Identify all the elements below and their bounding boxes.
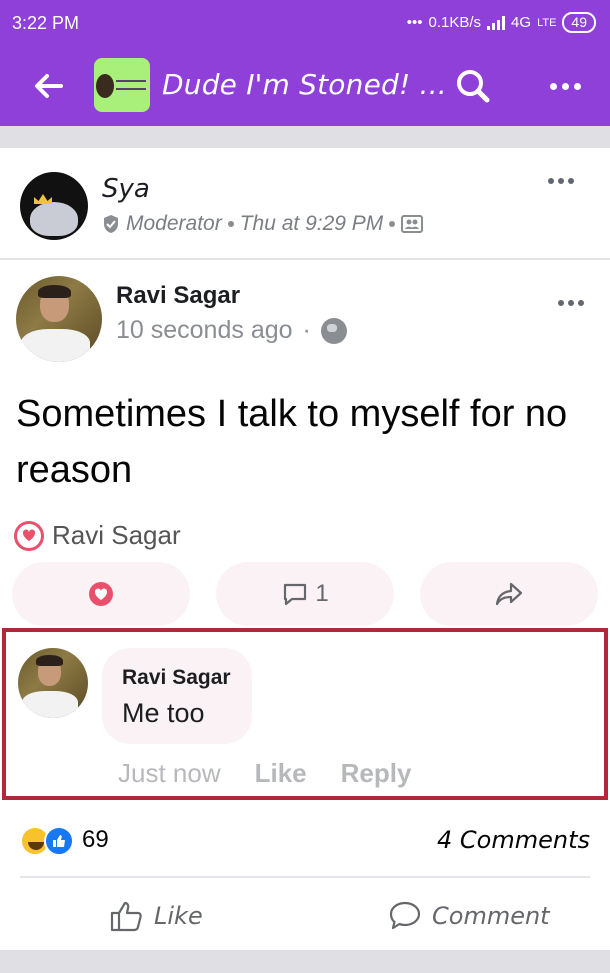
shared-post-meta: 10 seconds ago ·	[116, 316, 347, 345]
signal-icon	[487, 15, 506, 30]
search-button[interactable]	[453, 66, 493, 106]
comment-icon	[389, 901, 421, 930]
comment-bubble[interactable]: Ravi Sagar Me too	[102, 648, 252, 744]
battery-indicator: 49	[562, 12, 596, 33]
post-timestamp[interactable]: Thu at 9:29 PM	[240, 212, 384, 236]
highlighted-comment: Ravi Sagar Me too Just now Like Reply	[2, 628, 608, 800]
comment-reply-button[interactable]: Reply	[341, 758, 412, 789]
comment-count-button[interactable]: 1	[216, 562, 394, 626]
comment-like-button[interactable]: Like	[255, 758, 307, 789]
love-reaction-icon	[14, 520, 44, 551]
status-time: 3:22 PM	[12, 13, 80, 33]
comment-button[interactable]: Comment	[388, 888, 550, 944]
reactor-name: Ravi Sagar	[52, 520, 181, 550]
post-header: Sya Moderator Thu at 9:29 PM	[0, 148, 610, 260]
status-indicators: ••• 0.1KB/s 4G LTE 49	[407, 12, 596, 33]
network-type: 4G	[511, 14, 532, 31]
shared-post-time[interactable]: 10 seconds ago	[116, 316, 293, 345]
group-logo[interactable]	[94, 58, 150, 112]
like-button[interactable]: Like	[110, 888, 203, 944]
love-reaction-button[interactable]	[12, 562, 190, 626]
comment-icon	[284, 583, 307, 606]
group-toolbar: Dude I'm Stoned! ...	[0, 46, 610, 126]
post-text: Sometimes I talk to myself for no reason	[16, 393, 568, 491]
divider	[20, 876, 590, 878]
avatar[interactable]	[20, 172, 88, 240]
share-icon	[495, 582, 523, 606]
comment-text: Me too	[122, 698, 205, 728]
more-dots-icon	[558, 300, 564, 306]
section-divider	[0, 950, 610, 973]
search-icon	[457, 70, 490, 103]
heart-icon	[89, 582, 113, 606]
volte-badge: LTE	[537, 16, 557, 29]
comment-count: 1	[315, 580, 329, 607]
section-divider	[0, 126, 610, 148]
comment-label: Comment	[432, 902, 550, 930]
more-button[interactable]	[543, 66, 587, 106]
more-dots-icon	[549, 82, 557, 90]
crown-icon	[34, 194, 52, 204]
avatar[interactable]	[16, 276, 102, 362]
comment-author[interactable]: Ravi Sagar	[122, 666, 231, 690]
status-bar: 3:22 PM ••• 0.1KB/s 4G LTE 49	[0, 0, 610, 46]
network-speed: 0.1KB/s	[428, 14, 482, 31]
reactions-summary[interactable]: Ravi Sagar	[14, 520, 181, 551]
comment-actions: Just now Like Reply	[118, 758, 411, 789]
post-author-name[interactable]: Sya	[102, 174, 150, 204]
more-dots-icon	[548, 178, 554, 184]
arrow-left-icon	[35, 74, 63, 98]
back-button[interactable]	[28, 66, 68, 106]
comments-count[interactable]: 4 Comments	[437, 826, 590, 854]
app-bar: 3:22 PM ••• 0.1KB/s 4G LTE 49 Dude I'm S…	[0, 0, 610, 126]
post-stats: 69 4 Comments	[0, 806, 610, 878]
reaction-count[interactable]: 69	[82, 826, 109, 854]
group-members-icon	[401, 215, 424, 233]
avatar[interactable]	[18, 648, 88, 718]
group-title[interactable]: Dude I'm Stoned! ...	[162, 68, 447, 101]
share-button[interactable]	[420, 562, 598, 626]
post-author-meta: Moderator Thu at 9:29 PM	[102, 212, 424, 236]
post-options-button[interactable]	[548, 178, 574, 184]
like-label: Like	[154, 902, 203, 930]
status-dots: •••	[406, 14, 423, 31]
globe-icon	[320, 317, 347, 344]
moderator-badge: Moderator	[126, 212, 222, 235]
like-reaction-icon	[44, 826, 74, 856]
shared-post-options-button[interactable]	[558, 300, 584, 306]
shared-post-author[interactable]: Ravi Sagar	[116, 282, 240, 310]
comment-time: Just now	[118, 758, 221, 788]
shield-check-icon	[104, 215, 118, 233]
thumbs-up-icon	[110, 901, 142, 932]
